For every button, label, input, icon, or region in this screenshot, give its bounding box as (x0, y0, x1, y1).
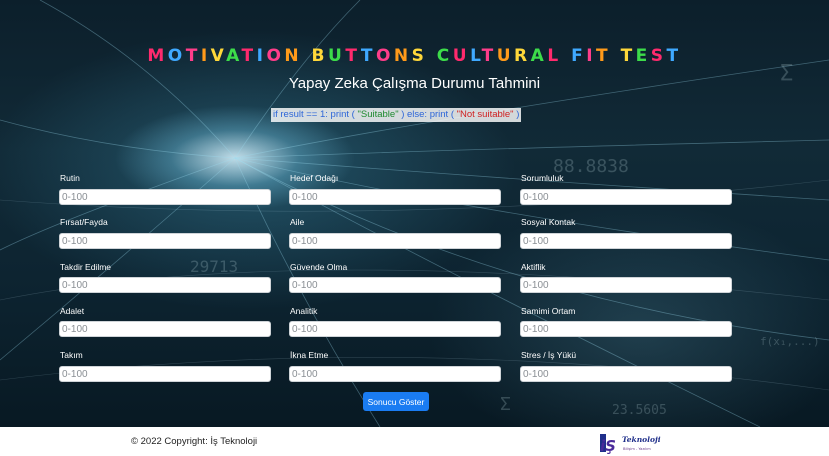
title-letter: A (530, 46, 548, 66)
title-letter: U (496, 46, 515, 66)
title-letter: I (256, 46, 267, 66)
show-result-button[interactable]: Sonucu Göster (363, 392, 429, 411)
title-letter: L (470, 46, 482, 66)
code-not-suitable: "Not suitable" (456, 109, 514, 120)
title-letter (302, 46, 311, 66)
field-label-aile: Aile (290, 217, 305, 227)
logo-mark: iŞ (600, 437, 616, 454)
field-label-stres-is-yuku: Stres / İş Yükü (521, 350, 577, 360)
page-subtitle: Yapay Zeka Çalışma Durumu Tahmini (288, 75, 541, 92)
title-letter: O (167, 46, 186, 66)
title-letter: S (411, 46, 428, 66)
field-label-ikna-etme: İkna Etme (290, 350, 329, 360)
title-letter: N (284, 46, 303, 66)
field-label-adalet: Adalet (60, 306, 85, 316)
input-analitik[interactable] (289, 321, 501, 337)
footer: © 2022 Copyright: İş Teknoloji iŞ Teknol… (0, 427, 829, 456)
field-label-aktiflik: Aktiflik (521, 262, 546, 272)
title-letter: U (328, 46, 346, 66)
field-label-sorumluluk: Sorumluluk (521, 173, 564, 183)
title-letter: T (596, 46, 612, 66)
title-letter: O (266, 46, 285, 66)
title-letter (611, 46, 620, 66)
logo-name: Teknoloji (622, 435, 661, 444)
svg-text:29713: 29713 (190, 257, 238, 276)
input-firsat-fayda[interactable] (59, 233, 271, 249)
svg-text:23.5605: 23.5605 (612, 403, 667, 418)
code-suitable: "Suitable" (357, 109, 399, 120)
field-label-sosyal-kontak: Sosyal Kontak (521, 217, 576, 227)
title-letter (562, 46, 571, 66)
title-letter: A (226, 46, 242, 66)
field-label-guvende-olma: Güvende Olma (290, 262, 348, 272)
title-letter: O (375, 46, 394, 66)
title-letter: T (481, 46, 497, 66)
logo-tagline: Bilişim - Yazılım (623, 447, 651, 451)
svg-text:88.8838: 88.8838 (553, 156, 629, 177)
title-letter: U (452, 46, 471, 66)
input-guvende-olma[interactable] (289, 277, 501, 293)
field-label-analitik: Analitik (290, 306, 318, 316)
svg-text:f(x₁,...): f(x₁,...) (760, 335, 820, 348)
field-label-samimi-ortam: Samimi Ortam (521, 306, 576, 316)
input-adalet[interactable] (59, 321, 271, 337)
input-rutin[interactable] (59, 189, 271, 205)
title-letter: E (635, 46, 651, 66)
field-label-firsat-fayda: Fırsat/Fayda (60, 217, 108, 227)
input-hedef-odagi[interactable] (289, 189, 501, 205)
title-letter: F (571, 46, 587, 66)
code-part: ) (516, 109, 520, 120)
field-label-rutin: Rutin (60, 173, 80, 183)
title-letter: R (514, 46, 531, 66)
input-aile[interactable] (289, 233, 501, 249)
hero-banner: 88.8838 29713 23.5605 Σ Σ f(x₁,...) MOTI… (0, 0, 829, 427)
title-letter: L (547, 46, 562, 66)
code-part: ) else: print ( (401, 109, 454, 120)
title-letter: C (436, 46, 453, 66)
input-takdir-edilme[interactable] (59, 277, 271, 293)
field-label-hedef-odagi: Hedef Odağı (290, 173, 339, 183)
input-ikna-etme[interactable] (289, 366, 501, 382)
input-stres-is-yuku[interactable] (520, 366, 732, 382)
code-snippet: if result == 1: print ( "Suitable" ) els… (271, 108, 522, 122)
input-sorumluluk[interactable] (520, 189, 732, 205)
title-letter: I (200, 46, 211, 66)
code-part: if result == 1: print ( (273, 109, 355, 120)
field-label-takdir-edilme: Takdir Edilme (60, 262, 112, 272)
title-letter: M (147, 46, 168, 66)
title-letter: N (393, 46, 412, 66)
input-aktiflik[interactable] (520, 277, 732, 293)
title-letter: B (311, 46, 329, 66)
title-letter: V (210, 46, 227, 66)
title-letter: T (241, 46, 257, 66)
title-letter: T (360, 46, 376, 66)
svg-text:Σ: Σ (500, 394, 511, 415)
input-takim[interactable] (59, 366, 271, 382)
title-letter (427, 46, 436, 66)
is-teknoloji-logo[interactable]: iŞ Teknoloji Bilişim - Yazılım (598, 432, 668, 454)
title-letter: T (666, 46, 682, 66)
page-title: MOTIVATION BUTTONS CULTURAL FIT TEST (0, 46, 829, 66)
field-label-takim: Takım (60, 350, 83, 360)
title-letter: S (650, 46, 667, 66)
title-letter: T (345, 46, 361, 66)
input-sosyal-kontak[interactable] (520, 233, 732, 249)
input-samimi-ortam[interactable] (520, 321, 732, 337)
copyright-text: © 2022 Copyright: İş Teknoloji (131, 436, 258, 447)
title-letter: I (586, 46, 597, 66)
title-letter: T (185, 46, 201, 66)
title-letter: T (620, 46, 636, 66)
